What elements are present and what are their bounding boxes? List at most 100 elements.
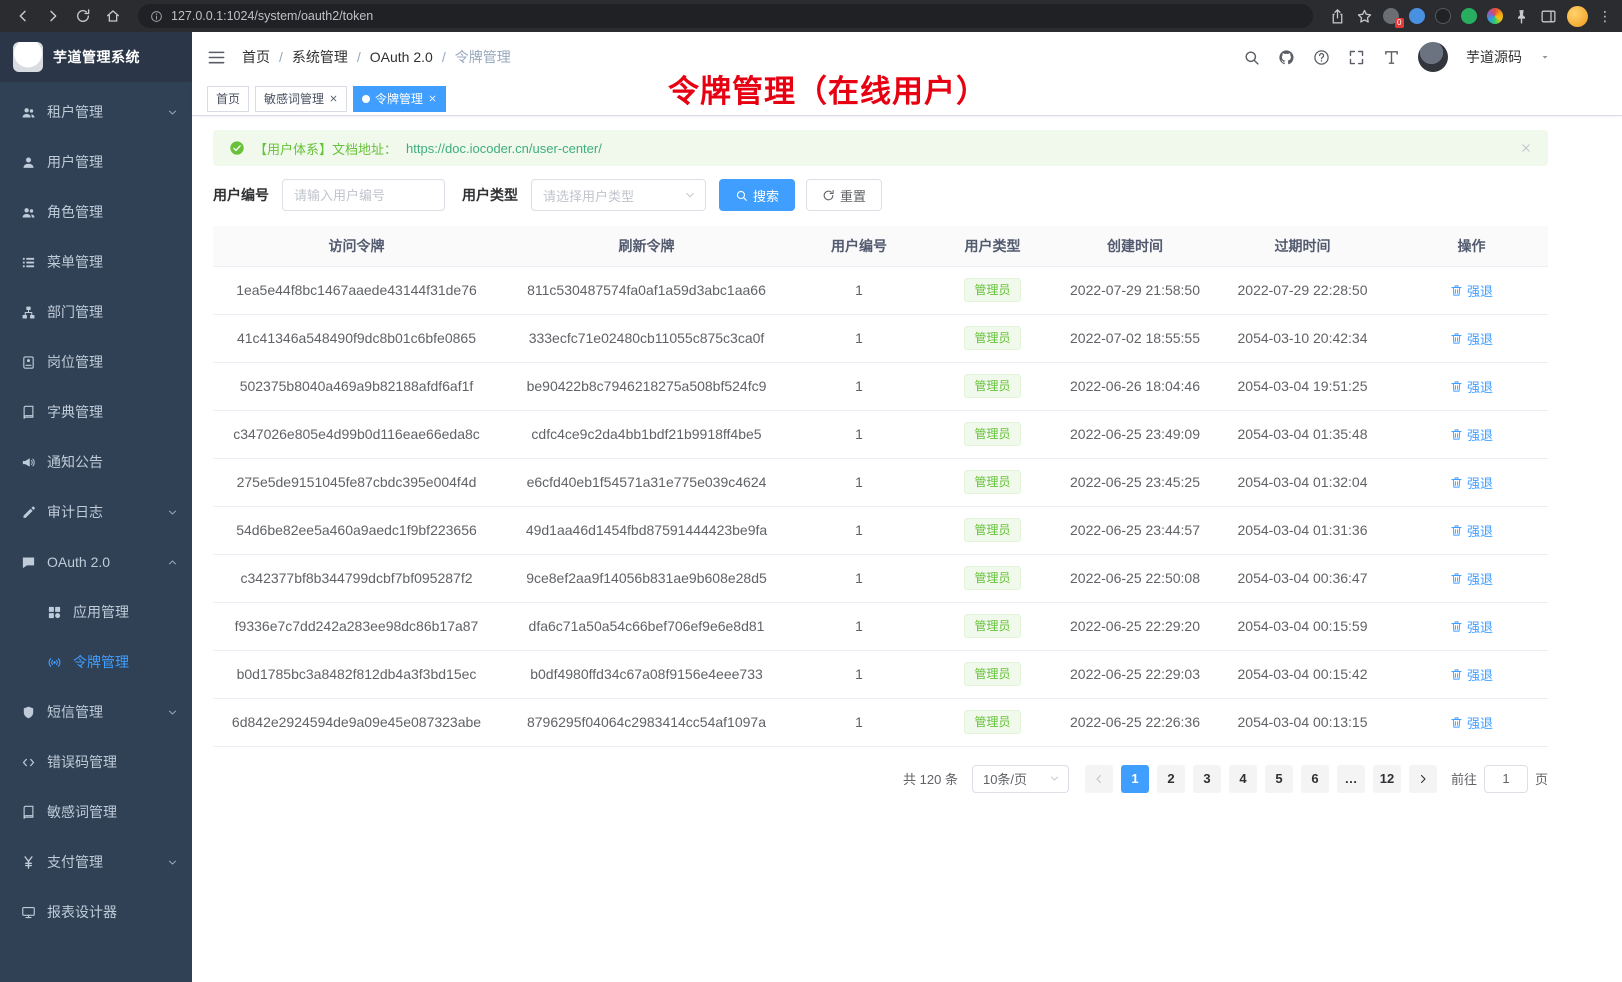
chevron-left-icon: [1093, 773, 1105, 785]
sidebar-item-menu[interactable]: 菜单管理: [0, 237, 192, 287]
trash-icon: [1450, 332, 1463, 345]
fullscreen-icon[interactable]: [1348, 49, 1365, 66]
next-page-button[interactable]: [1409, 765, 1437, 793]
breadcrumb-home[interactable]: 首页: [242, 47, 270, 67]
access-token-cell: 41c41346a548490f9dc8b01c6bfe0865: [213, 314, 500, 362]
page-size-select[interactable]: 10条/页: [972, 765, 1069, 793]
edit-icon: [21, 505, 36, 520]
tab-token[interactable]: 令牌管理: [353, 86, 446, 112]
user-type-badge: 管理员: [964, 662, 1020, 686]
sidebar-item-error-code[interactable]: 错误码管理: [0, 737, 192, 787]
expires-cell: 2054-03-04 00:13:15: [1210, 698, 1395, 746]
extension-icon-blue[interactable]: [1409, 8, 1425, 24]
sidebar-item-oauth2[interactable]: OAuth 2.0: [0, 537, 192, 587]
browser-back-button[interactable]: [10, 3, 36, 29]
sidebar-item-role[interactable]: 角色管理: [0, 187, 192, 237]
extension-icon-green[interactable]: [1461, 8, 1477, 24]
sidebar-item-tenant[interactable]: 租户管理: [0, 87, 192, 137]
address-bar[interactable]: 127.0.0.1:1024/system/oauth2/token: [138, 4, 1313, 28]
extension-icon-badged[interactable]: 0: [1383, 8, 1399, 24]
total-count: 共 120 条: [903, 769, 958, 788]
doc-link[interactable]: https://doc.iocoder.cn/user-center/: [406, 141, 602, 156]
yen-icon: [21, 855, 36, 870]
force-logout-button[interactable]: 强退: [1450, 521, 1493, 540]
force-logout-button[interactable]: 强退: [1450, 665, 1493, 684]
sidebar-item-dict[interactable]: 字典管理: [0, 387, 192, 437]
reset-button[interactable]: 重置: [806, 179, 882, 211]
monitor-icon: [21, 905, 36, 920]
goto-page-input[interactable]: [1484, 765, 1528, 793]
caret-down-icon[interactable]: [1540, 52, 1550, 62]
page-button-6[interactable]: 6: [1301, 765, 1329, 793]
force-logout-button[interactable]: 强退: [1450, 617, 1493, 636]
extension-icon-colorful[interactable]: [1487, 8, 1503, 24]
extension-icon-dark[interactable]: [1435, 8, 1451, 24]
sidebar-item-sms[interactable]: 短信管理: [0, 687, 192, 737]
font-size-icon[interactable]: [1383, 49, 1400, 66]
expires-cell: 2054-03-04 00:36:47: [1210, 554, 1395, 602]
force-logout-button[interactable]: 强退: [1450, 329, 1493, 348]
page-button-4[interactable]: 4: [1229, 765, 1257, 793]
browser-profile-avatar[interactable]: [1567, 6, 1588, 27]
table-row: 54d6be82ee5a460a9aedc1f9bf22365649d1aa46…: [213, 506, 1548, 554]
search-icon[interactable]: [1243, 49, 1260, 66]
page-button-5[interactable]: 5: [1265, 765, 1293, 793]
sidebar-toggle-icon[interactable]: [207, 48, 226, 67]
username[interactable]: 芋道源码: [1466, 47, 1522, 67]
force-logout-button[interactable]: 强退: [1450, 713, 1493, 732]
sidebar-item-oauth2-token[interactable]: 令牌管理: [0, 637, 192, 687]
page-button-3[interactable]: 3: [1193, 765, 1221, 793]
force-logout-button[interactable]: 强退: [1450, 473, 1493, 492]
site-info-icon[interactable]: [150, 10, 163, 23]
prev-page-button[interactable]: [1085, 765, 1113, 793]
user-id-cell: 1: [793, 458, 925, 506]
force-logout-button[interactable]: 强退: [1450, 281, 1493, 300]
user-type-select[interactable]: 请选择用户类型: [531, 179, 706, 211]
page-button-1[interactable]: 1: [1121, 765, 1149, 793]
created-cell: 2022-06-26 18:04:46: [1060, 362, 1210, 410]
force-logout-button[interactable]: 强退: [1450, 569, 1493, 588]
github-icon[interactable]: [1278, 49, 1295, 66]
sidebar: 芋道管理系统 租户管理 用户管理 角色管理 菜单管理 部门管理 岗位管理 字典管…: [0, 32, 192, 982]
close-icon[interactable]: [428, 94, 437, 103]
sidebar-item-sensitive-word[interactable]: 敏感词管理: [0, 787, 192, 837]
sidebar-item-post[interactable]: 岗位管理: [0, 337, 192, 387]
user-avatar[interactable]: [1418, 42, 1448, 72]
user-icon: [21, 155, 36, 170]
browser-forward-button[interactable]: [40, 3, 66, 29]
alert-close-icon[interactable]: [1520, 142, 1532, 154]
breadcrumb-system[interactable]: 系统管理: [292, 47, 348, 67]
user-id-input[interactable]: [282, 179, 445, 211]
sidebar-item-oauth2-app[interactable]: 应用管理: [0, 587, 192, 637]
pin-extension-icon[interactable]: [1513, 8, 1530, 25]
breadcrumb-current: 令牌管理: [455, 47, 511, 67]
page-button-2[interactable]: 2: [1157, 765, 1185, 793]
browser-home-button[interactable]: [100, 3, 126, 29]
sidebar-item-user[interactable]: 用户管理: [0, 137, 192, 187]
side-panel-icon[interactable]: [1540, 8, 1557, 25]
sidebar-item-pay[interactable]: 支付管理: [0, 837, 192, 887]
user-type-badge: 管理员: [964, 422, 1020, 446]
page-more-button[interactable]: …: [1337, 765, 1365, 793]
sidebar-item-report-designer[interactable]: 报表设计器: [0, 887, 192, 937]
bookmark-star-icon[interactable]: [1356, 8, 1373, 25]
force-logout-button[interactable]: 强退: [1450, 425, 1493, 444]
force-logout-button[interactable]: 强退: [1450, 377, 1493, 396]
table-row: c342377bf8b344799dcbf7bf095287f29ce8ef2a…: [213, 554, 1548, 602]
share-icon[interactable]: [1329, 8, 1346, 25]
close-icon[interactable]: [329, 94, 338, 103]
page-button-12[interactable]: 12: [1373, 765, 1401, 793]
col-refresh-token: 刷新令牌: [500, 226, 793, 266]
search-button[interactable]: 搜索: [719, 179, 795, 211]
tab-home[interactable]: 首页: [207, 86, 249, 112]
tab-sensitive-word[interactable]: 敏感词管理: [255, 86, 347, 112]
breadcrumb-oauth2[interactable]: OAuth 2.0: [370, 49, 433, 65]
sidebar-item-notice[interactable]: 通知公告: [0, 437, 192, 487]
help-icon[interactable]: [1313, 49, 1330, 66]
browser-reload-button[interactable]: [70, 3, 96, 29]
sidebar-item-audit-log[interactable]: 审计日志: [0, 487, 192, 537]
browser-menu-icon[interactable]: ⋮: [1598, 9, 1612, 23]
sidebar-item-dept[interactable]: 部门管理: [0, 287, 192, 337]
refresh-token-cell: 811c530487574fa0af1a59d3abc1aa66: [500, 266, 793, 314]
app-logo-row[interactable]: 芋道管理系统: [0, 32, 192, 82]
